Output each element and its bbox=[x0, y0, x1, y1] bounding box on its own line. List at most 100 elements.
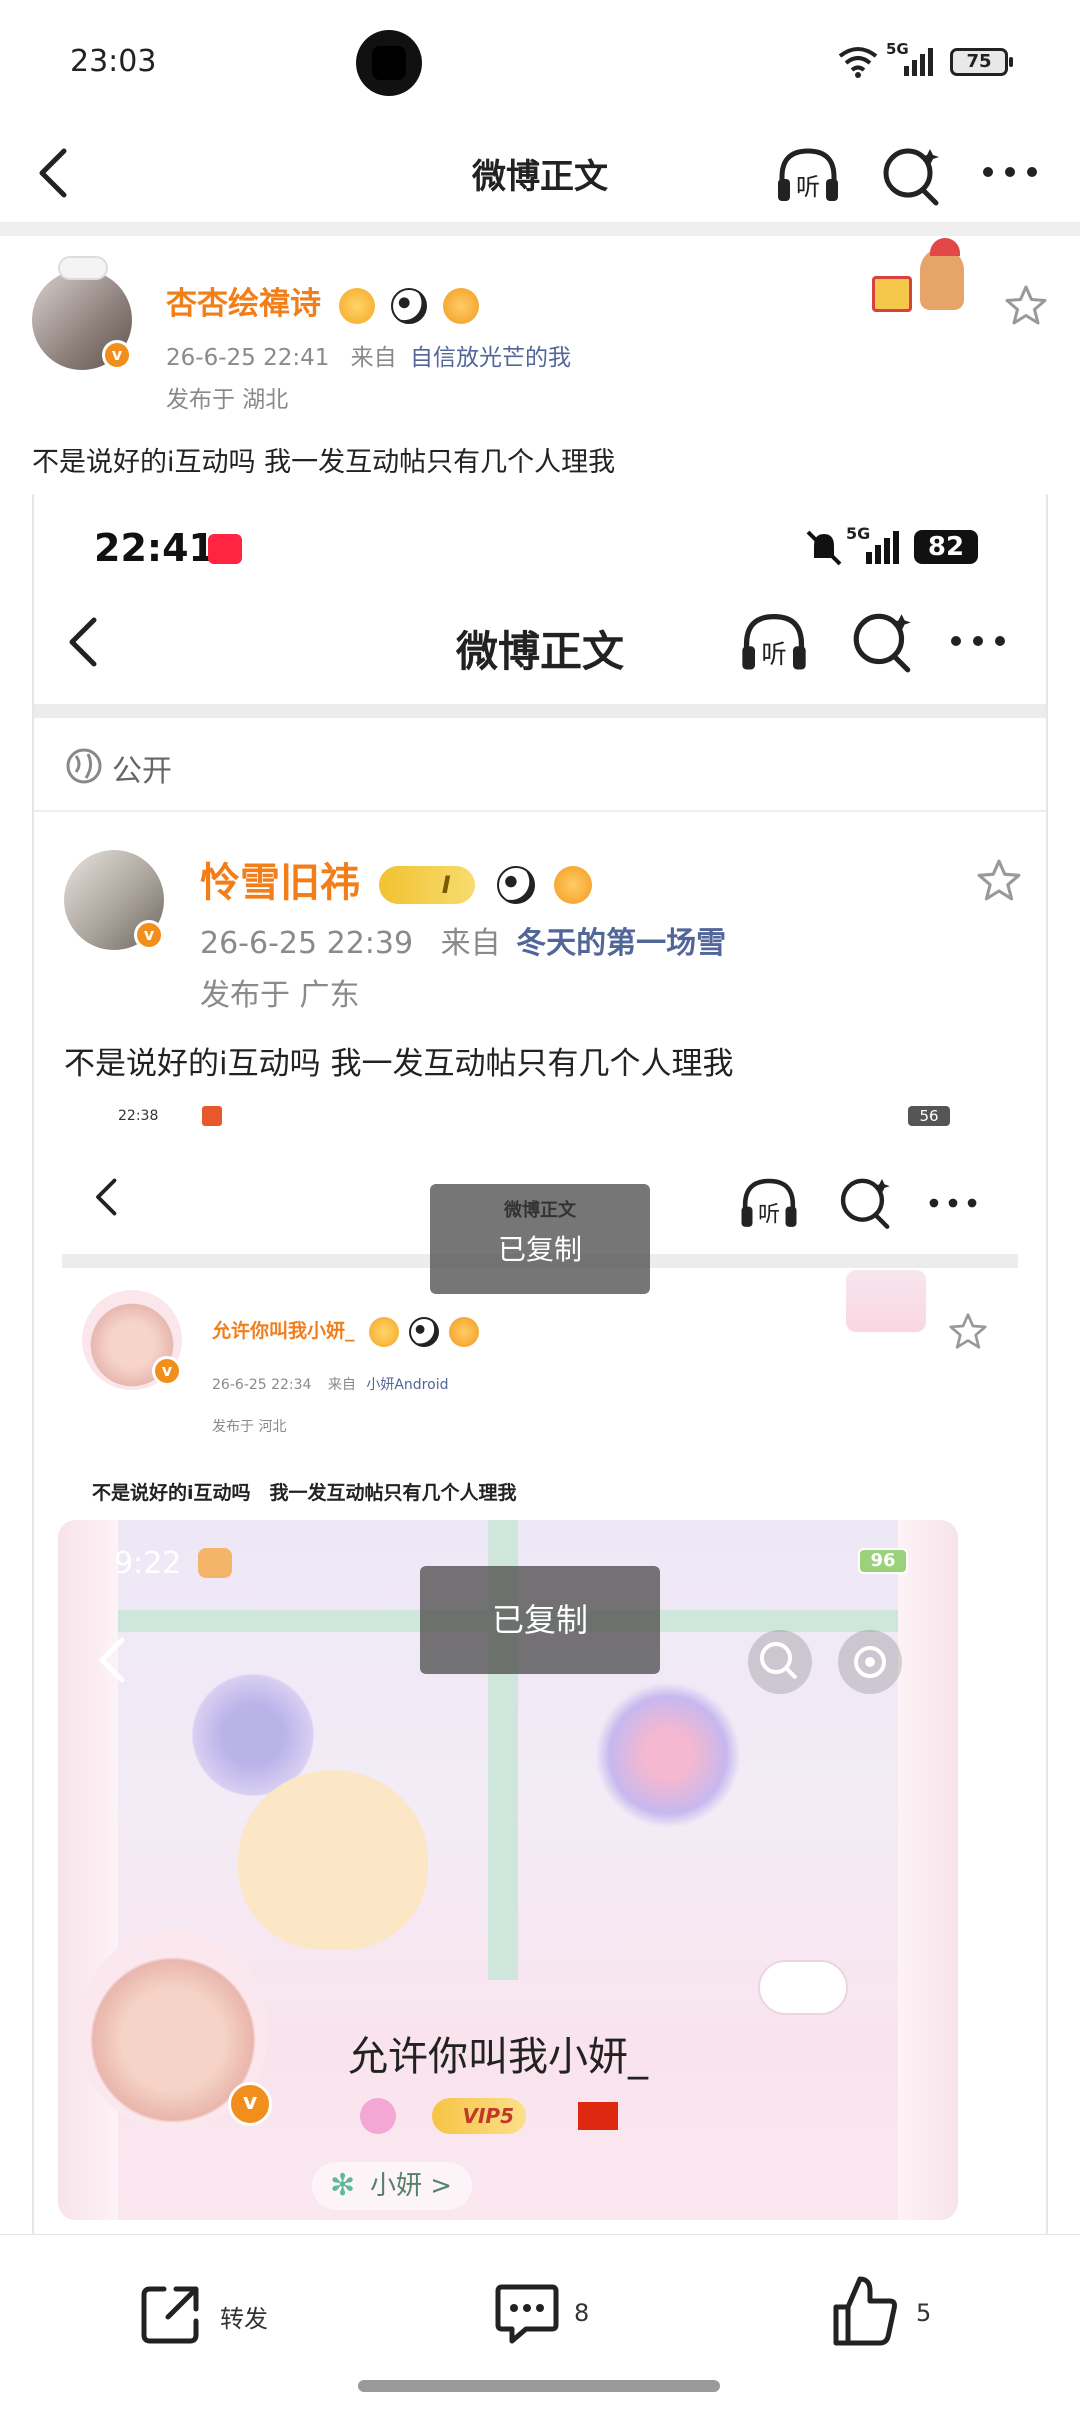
repost-button[interactable]: 转发 bbox=[130, 2275, 350, 2355]
embedded2-datetime: 26-6-25 22:34 bbox=[212, 1377, 312, 1393]
repost-label: 转发 bbox=[220, 2305, 268, 2333]
embedded-battery-level: 82 bbox=[927, 532, 965, 562]
comment-count: 8 bbox=[574, 2299, 590, 2327]
puppy-illustration bbox=[238, 1770, 428, 1950]
cat-illustration bbox=[758, 1960, 848, 2015]
visibility-label: 公开 bbox=[112, 754, 172, 789]
repost-icon bbox=[141, 2286, 199, 2344]
embedded3-search-icon bbox=[760, 1642, 798, 1680]
flower-right bbox=[578, 1680, 758, 1830]
from-label: 来自 bbox=[350, 345, 397, 371]
embedded2-status-time: 22:38 bbox=[118, 1108, 159, 1124]
embedded3-badge-icon bbox=[360, 2098, 396, 2134]
curtain-right bbox=[898, 1520, 958, 2220]
author-name[interactable]: 杏杏绘禕诗 bbox=[166, 286, 321, 322]
embedded-verified-badge: v bbox=[134, 920, 164, 950]
camera-cutout bbox=[356, 30, 422, 96]
embedded-author-name: 怜雪旧祎 bbox=[200, 860, 360, 906]
embedded-star-icon bbox=[977, 859, 1021, 901]
like-count: 5 bbox=[916, 2299, 932, 2327]
status-bar: 23:03 5G 75 bbox=[0, 0, 1080, 125]
post-source[interactable]: 自信放光芒的我 bbox=[410, 345, 571, 371]
post-datetime: 26-6-25 22:41 bbox=[166, 345, 330, 371]
svg-text:听: 听 bbox=[761, 639, 786, 669]
like-icon bbox=[833, 2276, 897, 2346]
xiaohongshu-icon bbox=[208, 534, 242, 564]
svg-text:听: 听 bbox=[758, 1202, 780, 1227]
gift-icon bbox=[872, 276, 912, 312]
embedded2-location: 发布于 河北 bbox=[212, 1419, 287, 1435]
embedded2-star-icon bbox=[949, 1313, 987, 1349]
level-badge: I bbox=[378, 866, 475, 904]
embedded-signal-icon bbox=[866, 531, 899, 564]
embedded2-from-label: 来自 bbox=[327, 1377, 356, 1393]
leaf-icon: ✻ bbox=[330, 2168, 356, 2203]
battery-tip bbox=[1009, 57, 1013, 67]
search-icon[interactable] bbox=[878, 141, 946, 209]
like-button[interactable]: 5 bbox=[826, 2271, 976, 2355]
embedded-battery: 82 bbox=[914, 530, 978, 564]
weibo-small-icon bbox=[202, 1106, 222, 1126]
embedded-more-icon bbox=[951, 636, 1005, 646]
embedded2-decoration bbox=[846, 1270, 926, 1332]
verified-badge: v bbox=[102, 340, 132, 370]
comment-button[interactable]: 8 bbox=[488, 2275, 638, 2355]
vip-badge-text: VIP5 bbox=[462, 2104, 515, 2128]
fish-badge-icon bbox=[448, 1316, 479, 1347]
embedded-location: 发布于 广东 bbox=[200, 978, 360, 1013]
post-location: 发布于 湖北 bbox=[166, 387, 289, 413]
fish-badge-icon bbox=[554, 866, 593, 904]
nickname-tag-text: 小妍 > bbox=[370, 2171, 453, 2201]
embedded-from-label: 来自 bbox=[440, 926, 501, 961]
embedded2-author-row: 允许你叫我小妍_ bbox=[212, 1316, 479, 1347]
embedded2-source: 小妍Android bbox=[366, 1377, 449, 1393]
more-icon[interactable] bbox=[980, 157, 1040, 187]
avatar-decoration bbox=[58, 256, 108, 280]
embedded2-meta: 26-6-25 22:34 来自 小妍Android bbox=[212, 1374, 448, 1394]
holiday-decoration bbox=[812, 238, 1012, 328]
curtain-left bbox=[58, 1520, 118, 2220]
embedded-meta: 26-6-25 22:39 来自 冬天的第一场雪 bbox=[200, 918, 726, 962]
author-name-row: 杏杏绘禕诗 bbox=[166, 278, 479, 324]
embedded2-verified-badge: v bbox=[152, 1356, 182, 1386]
embedded2-avatar: v bbox=[82, 1290, 186, 1394]
level-badge-text: I bbox=[441, 871, 451, 899]
wifi-icon bbox=[838, 47, 878, 78]
mute-icon bbox=[806, 530, 842, 566]
embedded-listen-icon: 听 bbox=[742, 614, 806, 670]
author-avatar[interactable]: v bbox=[32, 256, 132, 370]
embedded2-listen-icon: 听 bbox=[741, 1178, 797, 1227]
fish-badge-icon bbox=[442, 287, 479, 324]
embedded-divider bbox=[34, 704, 1046, 718]
embedded3-verified-badge: v bbox=[228, 2082, 272, 2126]
embedded-post-text: 不是说好的i互动吗 我一发互动帖只有几个人理我 bbox=[64, 1046, 734, 1082]
crown-badge-icon bbox=[338, 287, 375, 324]
embedded3-status-time: 9:22 bbox=[114, 1546, 182, 1581]
gingerbread-icon bbox=[920, 248, 964, 310]
embedded3-battery: 96 bbox=[858, 1548, 908, 1574]
embedded3-back-icon bbox=[98, 1637, 125, 1683]
comment-icon bbox=[495, 2284, 559, 2344]
panda-icon bbox=[390, 287, 427, 324]
signal-icon bbox=[904, 48, 933, 76]
embedded2-search-icon bbox=[840, 1178, 890, 1229]
embedded-datetime: 26-6-25 22:39 bbox=[200, 926, 414, 961]
svg-text:听: 听 bbox=[796, 173, 820, 201]
post-meta: 26-6-25 22:41 来自 自信放光芒的我 bbox=[166, 338, 571, 372]
embedded2-author-name: 允许你叫我小妍_ bbox=[212, 1320, 355, 1342]
santa-hat-icon bbox=[930, 238, 960, 256]
embedded-visibility-divider bbox=[34, 810, 1046, 812]
listen-icon[interactable]: 听 bbox=[772, 139, 844, 211]
crown-badge-icon bbox=[368, 1316, 399, 1347]
battery-indicator: 75 bbox=[950, 48, 1008, 76]
section-divider bbox=[0, 222, 1080, 236]
embedded3-app-icon bbox=[198, 1548, 232, 1578]
embedded2-post-text: 不是说好的i互动吗 我一发互动帖只有几个人理我 bbox=[92, 1482, 517, 1504]
embedded2-battery: 56 bbox=[908, 1106, 950, 1126]
copied-toast: 微博正文 已复制 bbox=[430, 1184, 650, 1294]
embedded2-more-icon bbox=[929, 1198, 977, 1208]
star-icon[interactable] bbox=[1004, 284, 1048, 326]
nickname-tag: ✻ 小妍 > bbox=[312, 2162, 472, 2210]
home-indicator[interactable] bbox=[358, 2380, 720, 2392]
embedded2-battery-level: 56 bbox=[919, 1107, 939, 1125]
